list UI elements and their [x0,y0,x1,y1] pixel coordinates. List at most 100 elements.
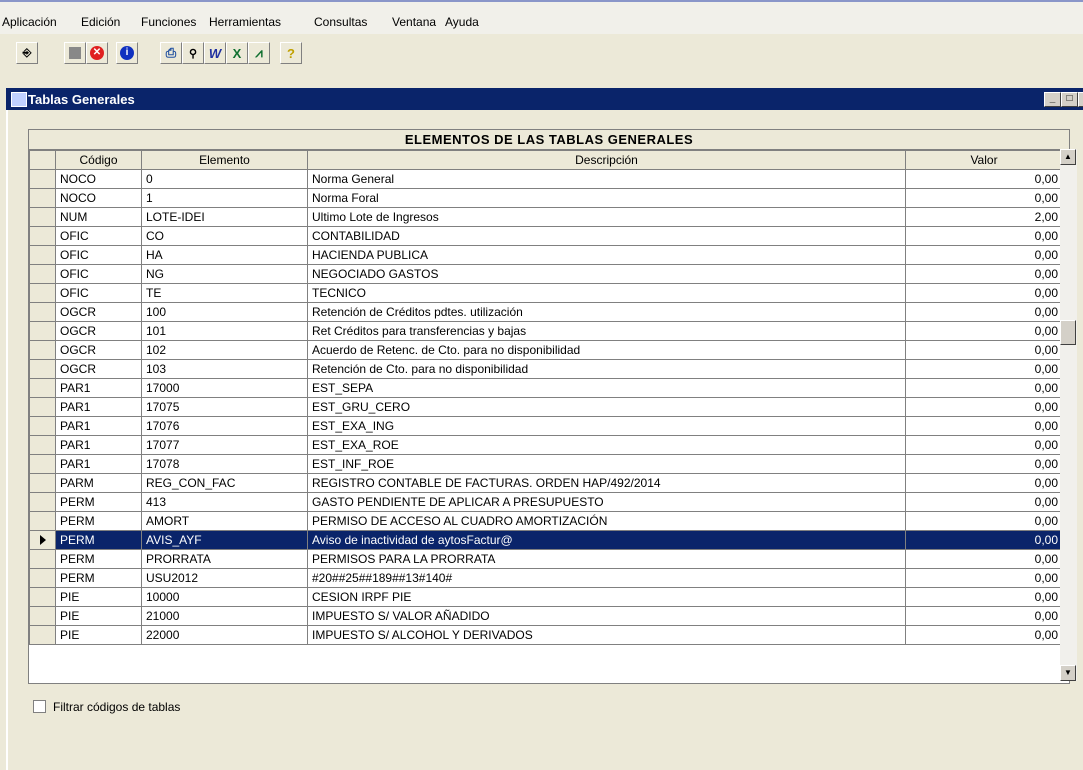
cell-codigo[interactable]: OGCR [55,321,142,341]
row-indicator[interactable] [29,473,56,493]
cell-descripcion[interactable]: EST_EXA_ING [307,416,906,436]
cell-elemento[interactable]: 17077 [141,435,308,455]
cell-codigo[interactable]: OFIC [55,245,142,265]
table-row[interactable]: OFIC TE TECNICO 0,00 [29,283,1063,303]
cell-descripcion[interactable]: Retención de Cto. para no disponibilidad [307,359,906,379]
cell-codigo[interactable]: PERM [55,530,142,550]
row-indicator[interactable] [29,530,56,550]
cell-valor[interactable]: 0,00 [905,435,1063,455]
cell-descripcion[interactable]: EST_EXA_ROE [307,435,906,455]
table-row[interactable]: PAR1 17075 EST_GRU_CERO 0,00 [29,397,1063,417]
row-indicator[interactable] [29,283,56,303]
help-icon[interactable]: ? [280,42,302,64]
cell-descripcion[interactable]: HACIENDA PUBLICA [307,245,906,265]
cell-valor[interactable]: 0,00 [905,606,1063,626]
table-row[interactable]: OFIC HA HACIENDA PUBLICA 0,00 [29,245,1063,265]
cell-codigo[interactable]: PERM [55,568,142,588]
row-indicator[interactable] [29,549,56,569]
cell-elemento[interactable]: 101 [141,321,308,341]
minimize-button[interactable]: _ [1044,92,1061,107]
cell-descripcion[interactable]: CONTABILIDAD [307,226,906,246]
cell-codigo[interactable]: PAR1 [55,416,142,436]
header-codigo[interactable]: Código [55,150,142,170]
print-preview-icon[interactable]: ⎙ [160,42,182,64]
cell-codigo[interactable]: PAR1 [55,397,142,417]
row-indicator[interactable] [29,302,56,322]
cell-valor[interactable]: 0,00 [905,226,1063,246]
cell-descripcion[interactable]: Norma Foral [307,188,906,208]
cell-descripcion[interactable]: #20##25##189##13#140# [307,568,906,588]
cell-valor[interactable]: 0,00 [905,264,1063,284]
row-indicator[interactable] [29,511,56,531]
row-indicator[interactable] [29,397,56,417]
cell-codigo[interactable]: PARM [55,473,142,493]
cell-codigo[interactable]: NOCO [55,188,142,208]
table-row[interactable]: OFIC CO CONTABILIDAD 0,00 [29,226,1063,246]
row-indicator[interactable] [29,378,56,398]
table-row[interactable]: NUM LOTE-IDEI Ultimo Lote de Ingresos 2,00 [29,207,1063,227]
table-row[interactable]: PERM AMORT PERMISO DE ACCESO AL CUADRO AMO… [29,511,1063,531]
cell-valor[interactable]: 0,00 [905,397,1063,417]
cell-descripcion[interactable]: PERMISO DE ACCESO AL CUADRO AMORTIZACIÓN [307,511,906,531]
cell-elemento[interactable]: HA [141,245,308,265]
cell-elemento[interactable]: 0 [141,169,308,189]
cell-elemento[interactable]: 100 [141,302,308,322]
menu-herramientas[interactable]: Herramientas [209,15,281,29]
cell-descripcion[interactable]: NEGOCIADO GASTOS [307,264,906,284]
maximize-button[interactable]: □ [1061,92,1078,107]
row-indicator[interactable] [29,188,56,208]
cell-codigo[interactable]: PERM [55,549,142,569]
cell-elemento[interactable]: AVIS_AYF [141,530,308,550]
cell-valor[interactable]: 0,00 [905,568,1063,588]
menu-ayuda[interactable]: Ayuda [445,15,479,29]
cell-valor[interactable]: 0,00 [905,416,1063,436]
cell-descripcion[interactable]: EST_GRU_CERO [307,397,906,417]
cell-descripcion[interactable]: PERMISOS PARA LA PRORRATA [307,549,906,569]
table-row[interactable]: OGCR 103 Retención de Cto. para no disponi… [29,359,1063,379]
row-indicator[interactable] [29,454,56,474]
cancel-icon[interactable]: ✕ [86,42,108,64]
table-row[interactable]: PARM REG_CON_FAC REGISTRO CONTABLE DE FACT… [29,473,1063,493]
table-row[interactable]: PERM 413 GASTO PENDIENTE DE APLICAR A PRES… [29,492,1063,512]
cell-descripcion[interactable]: TECNICO [307,283,906,303]
cell-elemento[interactable]: 1 [141,188,308,208]
cell-codigo[interactable]: PIE [55,625,142,645]
row-indicator[interactable] [29,169,56,189]
menu-funciones[interactable]: Funciones [141,15,196,29]
cell-descripcion[interactable]: Aviso de inactividad de aytosFactur@ [307,530,906,550]
menu-aplicacion[interactable]: Aplicación [2,15,57,29]
table-row[interactable]: OGCR 100 Retención de Créditos pdtes. util… [29,302,1063,322]
exit-icon[interactable]: ⎆ [16,42,38,64]
cell-elemento[interactable]: 17078 [141,454,308,474]
row-indicator[interactable] [29,321,56,341]
cell-valor[interactable]: 0,00 [905,302,1063,322]
cell-valor[interactable]: 0,00 [905,549,1063,569]
row-indicator[interactable] [29,416,56,436]
cell-elemento[interactable]: 413 [141,492,308,512]
stop-icon[interactable] [64,42,86,64]
table-row[interactable]: PAR1 17000 EST_SEPA 0,00 [29,378,1063,398]
word-export-icon[interactable]: W [204,42,226,64]
cell-elemento[interactable]: 17000 [141,378,308,398]
cell-descripcion[interactable]: CESION IRPF PIE [307,587,906,607]
cell-codigo[interactable]: NOCO [55,169,142,189]
row-indicator[interactable] [29,435,56,455]
cell-elemento[interactable]: CO [141,226,308,246]
cell-codigo[interactable]: PAR1 [55,435,142,455]
table-row[interactable]: PIE 10000 CESION IRPF PIE 0,00 [29,587,1063,607]
cell-descripcion[interactable]: EST_SEPA [307,378,906,398]
cell-codigo[interactable]: OGCR [55,359,142,379]
cell-valor[interactable]: 0,00 [905,340,1063,360]
cell-valor[interactable]: 0,00 [905,283,1063,303]
header-valor[interactable]: Valor [905,150,1063,170]
info-icon[interactable]: i [116,42,138,64]
cell-elemento[interactable]: PRORRATA [141,549,308,569]
cell-elemento[interactable]: 102 [141,340,308,360]
cell-valor[interactable]: 0,00 [905,530,1063,550]
menu-consultas[interactable]: Consultas [314,15,367,29]
row-indicator[interactable] [29,492,56,512]
table-row[interactable]: PIE 21000 IMPUESTO S/ VALOR AÑADIDO 0,00 [29,606,1063,626]
cell-codigo[interactable]: PAR1 [55,454,142,474]
cell-codigo[interactable]: OGCR [55,302,142,322]
binoculars-icon[interactable]: ⚲ [182,42,204,64]
